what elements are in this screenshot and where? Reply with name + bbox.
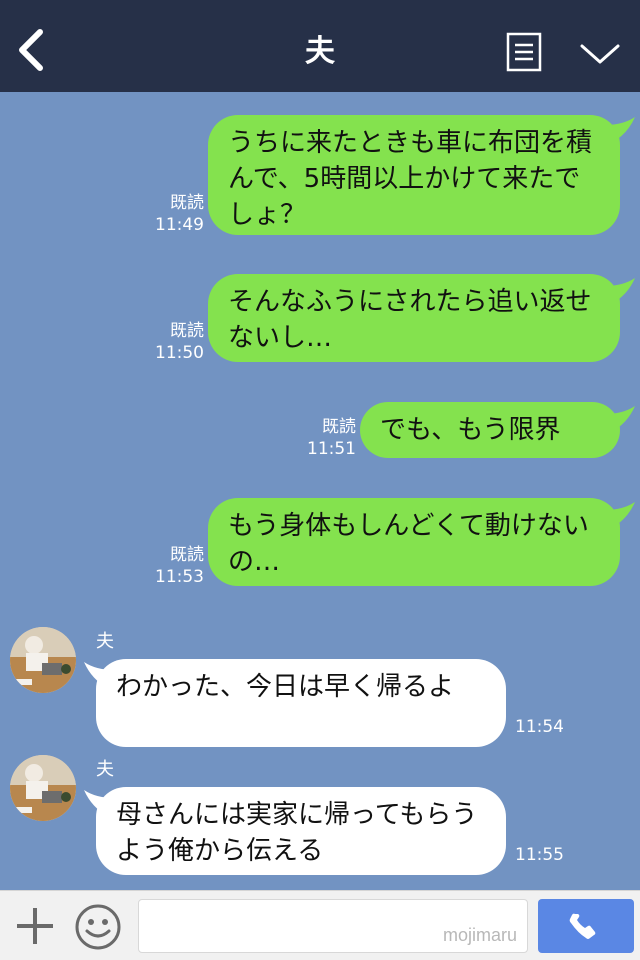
- read-receipt: 既読 11:49: [155, 193, 204, 235]
- bubble-tail: [605, 278, 635, 304]
- input-bar: mojimaru: [0, 890, 640, 960]
- chat-title: 夫: [305, 34, 335, 69]
- message-input[interactable]: mojimaru: [138, 899, 528, 953]
- message-time: 11:54: [515, 717, 564, 737]
- bubble-tail: [605, 502, 635, 528]
- call-button[interactable]: [538, 899, 634, 953]
- plus-icon[interactable]: [14, 905, 56, 947]
- my-message-bubble[interactable]: もう身体もしんどくて動けないの…: [208, 498, 620, 586]
- their-message-bubble[interactable]: わかった、今日は早く帰るよ: [96, 659, 506, 747]
- sender-name: 夫: [96, 631, 114, 652]
- phone-icon: [569, 913, 596, 939]
- message-time: 11:55: [515, 845, 564, 865]
- bubble-tail: [605, 117, 635, 143]
- note-icon[interactable]: [506, 32, 542, 72]
- my-message-bubble[interactable]: でも、もう限界: [360, 402, 620, 458]
- bubble-tail: [605, 406, 635, 432]
- smile-icon[interactable]: [74, 903, 122, 951]
- my-message-bubble[interactable]: そんなふうにされたら追い返せないし…: [208, 274, 620, 362]
- watermark: mojimaru: [442, 925, 517, 945]
- read-receipt: 既読 11:51: [307, 417, 356, 459]
- their-message-bubble[interactable]: 母さんには実家に帰ってもらうよう俺から伝える: [96, 787, 506, 875]
- avatar[interactable]: [10, 627, 76, 693]
- my-message-bubble[interactable]: うちに来たときも車に布団を積んで、5時間以上かけて来たでしょ？: [208, 115, 620, 235]
- chevron-down-icon[interactable]: [578, 40, 622, 68]
- chat-header: 夫: [0, 0, 640, 92]
- chat-area[interactable]: 既読 11:49 うちに来たときも車に布団を積んで、5時間以上かけて来たでしょ？…: [0, 92, 640, 890]
- read-receipt: 既読 11:50: [155, 321, 204, 363]
- avatar[interactable]: [10, 755, 76, 821]
- sender-name: 夫: [96, 759, 114, 780]
- read-receipt: 既読 11:53: [155, 545, 204, 587]
